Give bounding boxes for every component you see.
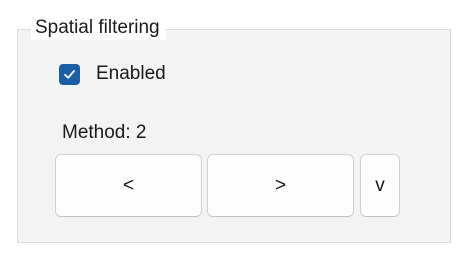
next-method-button[interactable]: > xyxy=(207,154,354,217)
enabled-checkbox-row[interactable]: Enabled xyxy=(59,60,166,88)
method-label: Method: 2 xyxy=(62,122,147,143)
enabled-label: Enabled xyxy=(96,63,166,84)
enabled-checkbox[interactable] xyxy=(59,63,80,85)
groupbox-title: Spatial filtering xyxy=(31,16,166,40)
previous-method-button[interactable]: < xyxy=(55,154,202,217)
checkmark-icon xyxy=(64,69,75,79)
method-dropdown-button[interactable]: v xyxy=(360,154,400,217)
spatial-filtering-panel: Spatial filtering Enabled Method: 2 < > … xyxy=(0,0,459,257)
